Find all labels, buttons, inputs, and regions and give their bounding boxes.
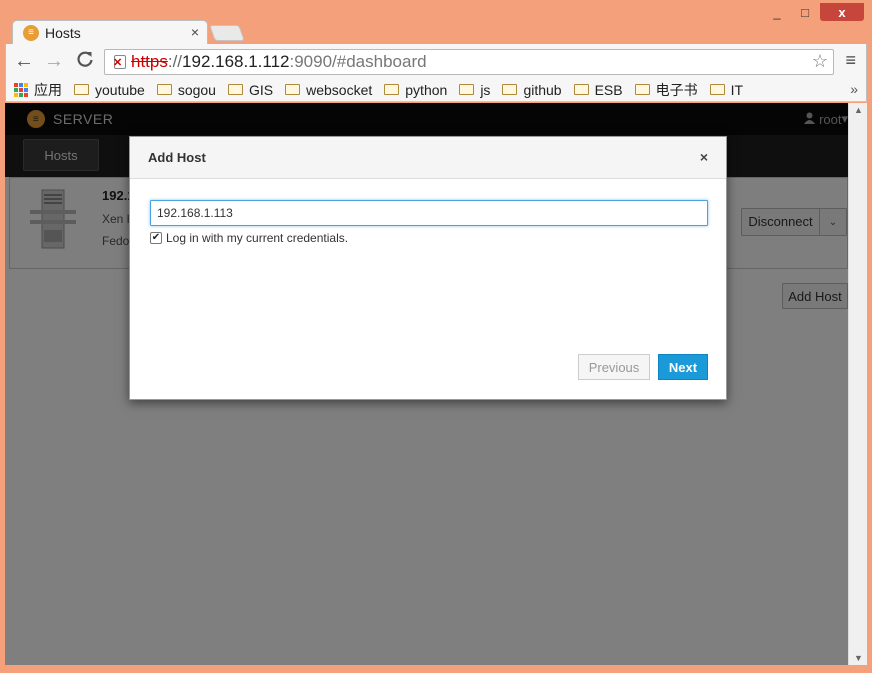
bookmark-apps[interactable]: 应用	[14, 80, 62, 100]
folder-icon	[156, 84, 172, 95]
folder-icon	[74, 84, 89, 95]
browser-toolbar: ← → https :// 192.168.1.112 :9090/#dashb…	[5, 44, 867, 78]
bookmark-folder[interactable]: 电子书	[634, 80, 698, 100]
scroll-up-icon[interactable]: ▲	[849, 105, 868, 115]
window-close-button[interactable]: x	[820, 3, 864, 21]
bookmarks-bar: 应用 youtube sogou GIS websocket python js…	[5, 78, 867, 102]
folder-icon	[709, 84, 725, 95]
bookmark-star-icon[interactable]: ☆	[812, 51, 828, 72]
bookmark-label: python	[405, 81, 448, 98]
dialog-title: Add Host	[148, 150, 206, 165]
bookmark-folder[interactable]: github	[502, 81, 562, 98]
folder-icon	[573, 84, 589, 95]
bookmark-label: github	[523, 81, 562, 98]
next-button[interactable]: Next	[658, 354, 708, 380]
reload-icon[interactable]	[76, 50, 94, 74]
bookmark-label: websocket	[306, 81, 373, 98]
bookmark-label: IT	[730, 81, 744, 98]
scroll-down-icon[interactable]: ▼	[849, 653, 868, 663]
bookmark-label: js	[480, 81, 491, 98]
folder-icon	[227, 84, 243, 95]
folder-icon	[285, 84, 301, 95]
browser-menu-icon[interactable]: ≡	[845, 50, 856, 71]
tab-title: Hosts	[45, 24, 81, 41]
insecure-lock-icon[interactable]	[111, 54, 127, 70]
folder-icon	[384, 84, 400, 95]
url-scheme: https	[131, 52, 168, 71]
login-checkbox[interactable]: ✔	[150, 232, 162, 244]
back-arrow-icon[interactable]: ←	[14, 50, 34, 73]
bookmark-label: youtube	[95, 81, 145, 98]
maximize-button[interactable]: □	[792, 3, 818, 21]
url-host: 192.168.1.112	[182, 52, 290, 71]
folder-icon	[502, 84, 518, 95]
url-separator: ://	[167, 52, 183, 71]
bookmark-folder[interactable]: ESB	[573, 81, 623, 98]
bookmark-apps-label: 应用	[34, 81, 62, 98]
window-controls: _ □ x	[764, 3, 864, 21]
bookmark-folder[interactable]: youtube	[74, 82, 145, 98]
address-bar[interactable]: https :// 192.168.1.112 :9090/#dashboard…	[104, 49, 834, 75]
host-address-input[interactable]	[150, 200, 708, 226]
bookmark-folder[interactable]: IT	[709, 81, 744, 98]
bookmark-folder[interactable]: GIS	[227, 81, 274, 98]
close-icon[interactable]: ×	[700, 149, 708, 165]
bookmark-folder[interactable]: python	[384, 82, 447, 98]
bookmark-label: ESB	[594, 81, 623, 98]
login-option[interactable]: ✔ Log in with my current credentials.	[150, 231, 348, 245]
page-scrollbar[interactable]: ▲ ▼	[848, 103, 867, 665]
minimize-button[interactable]: _	[764, 3, 790, 21]
previous-button[interactable]: Previous	[578, 354, 650, 380]
forward-arrow-icon[interactable]: →	[44, 50, 64, 73]
folder-icon	[459, 84, 475, 95]
bookmark-folder[interactable]: websocket	[285, 82, 372, 98]
login-checkbox-label: Log in with my current credentials.	[166, 231, 349, 245]
app-favicon-icon: ≡	[23, 24, 39, 41]
new-tab-button[interactable]	[209, 25, 245, 41]
bookmark-label: sogou	[177, 81, 216, 98]
bookmark-label: GIS	[248, 81, 274, 98]
url-path: :9090/#dashboard	[289, 52, 427, 71]
tab-close-icon[interactable]: ×	[191, 24, 199, 40]
window-bottom-frame	[0, 665, 872, 673]
web-page: ≡ SERVER root ▾ Hosts 192.1 Xen H Fedo D…	[5, 103, 848, 665]
add-host-dialog: Add Host × ✔ Log in with my current cred…	[129, 136, 727, 400]
apps-grid-icon	[14, 82, 28, 97]
bookmark-label: 电子书	[655, 81, 698, 98]
bookmark-folder[interactable]: sogou	[156, 81, 216, 98]
bookmark-folder[interactable]: js	[459, 82, 490, 98]
browser-tab-hosts[interactable]: ≡ Hosts ×	[12, 20, 208, 44]
dialog-header: Add Host	[130, 137, 726, 179]
bookmarks-overflow-button[interactable]: »	[850, 81, 858, 97]
folder-icon	[634, 84, 650, 95]
